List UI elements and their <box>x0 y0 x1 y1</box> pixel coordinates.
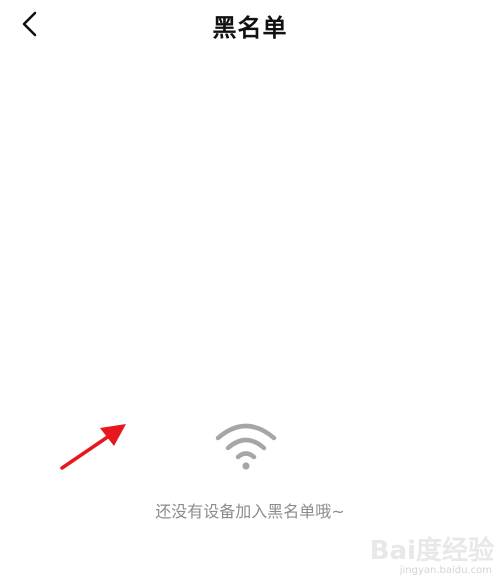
watermark-brand: Bai度经验 <box>369 536 494 566</box>
red-arrow-icon <box>60 424 126 470</box>
page-title: 黑名单 <box>212 14 288 42</box>
empty-message: 还没有设备加入黑名单哦~ <box>155 502 345 521</box>
wifi-icon <box>215 423 277 470</box>
watermark-url: jingyan.baidu.com <box>399 565 492 576</box>
watermark: Bai度经验 jingyan.baidu.com <box>354 530 494 576</box>
header-bar: 黑名单 <box>0 0 500 50</box>
